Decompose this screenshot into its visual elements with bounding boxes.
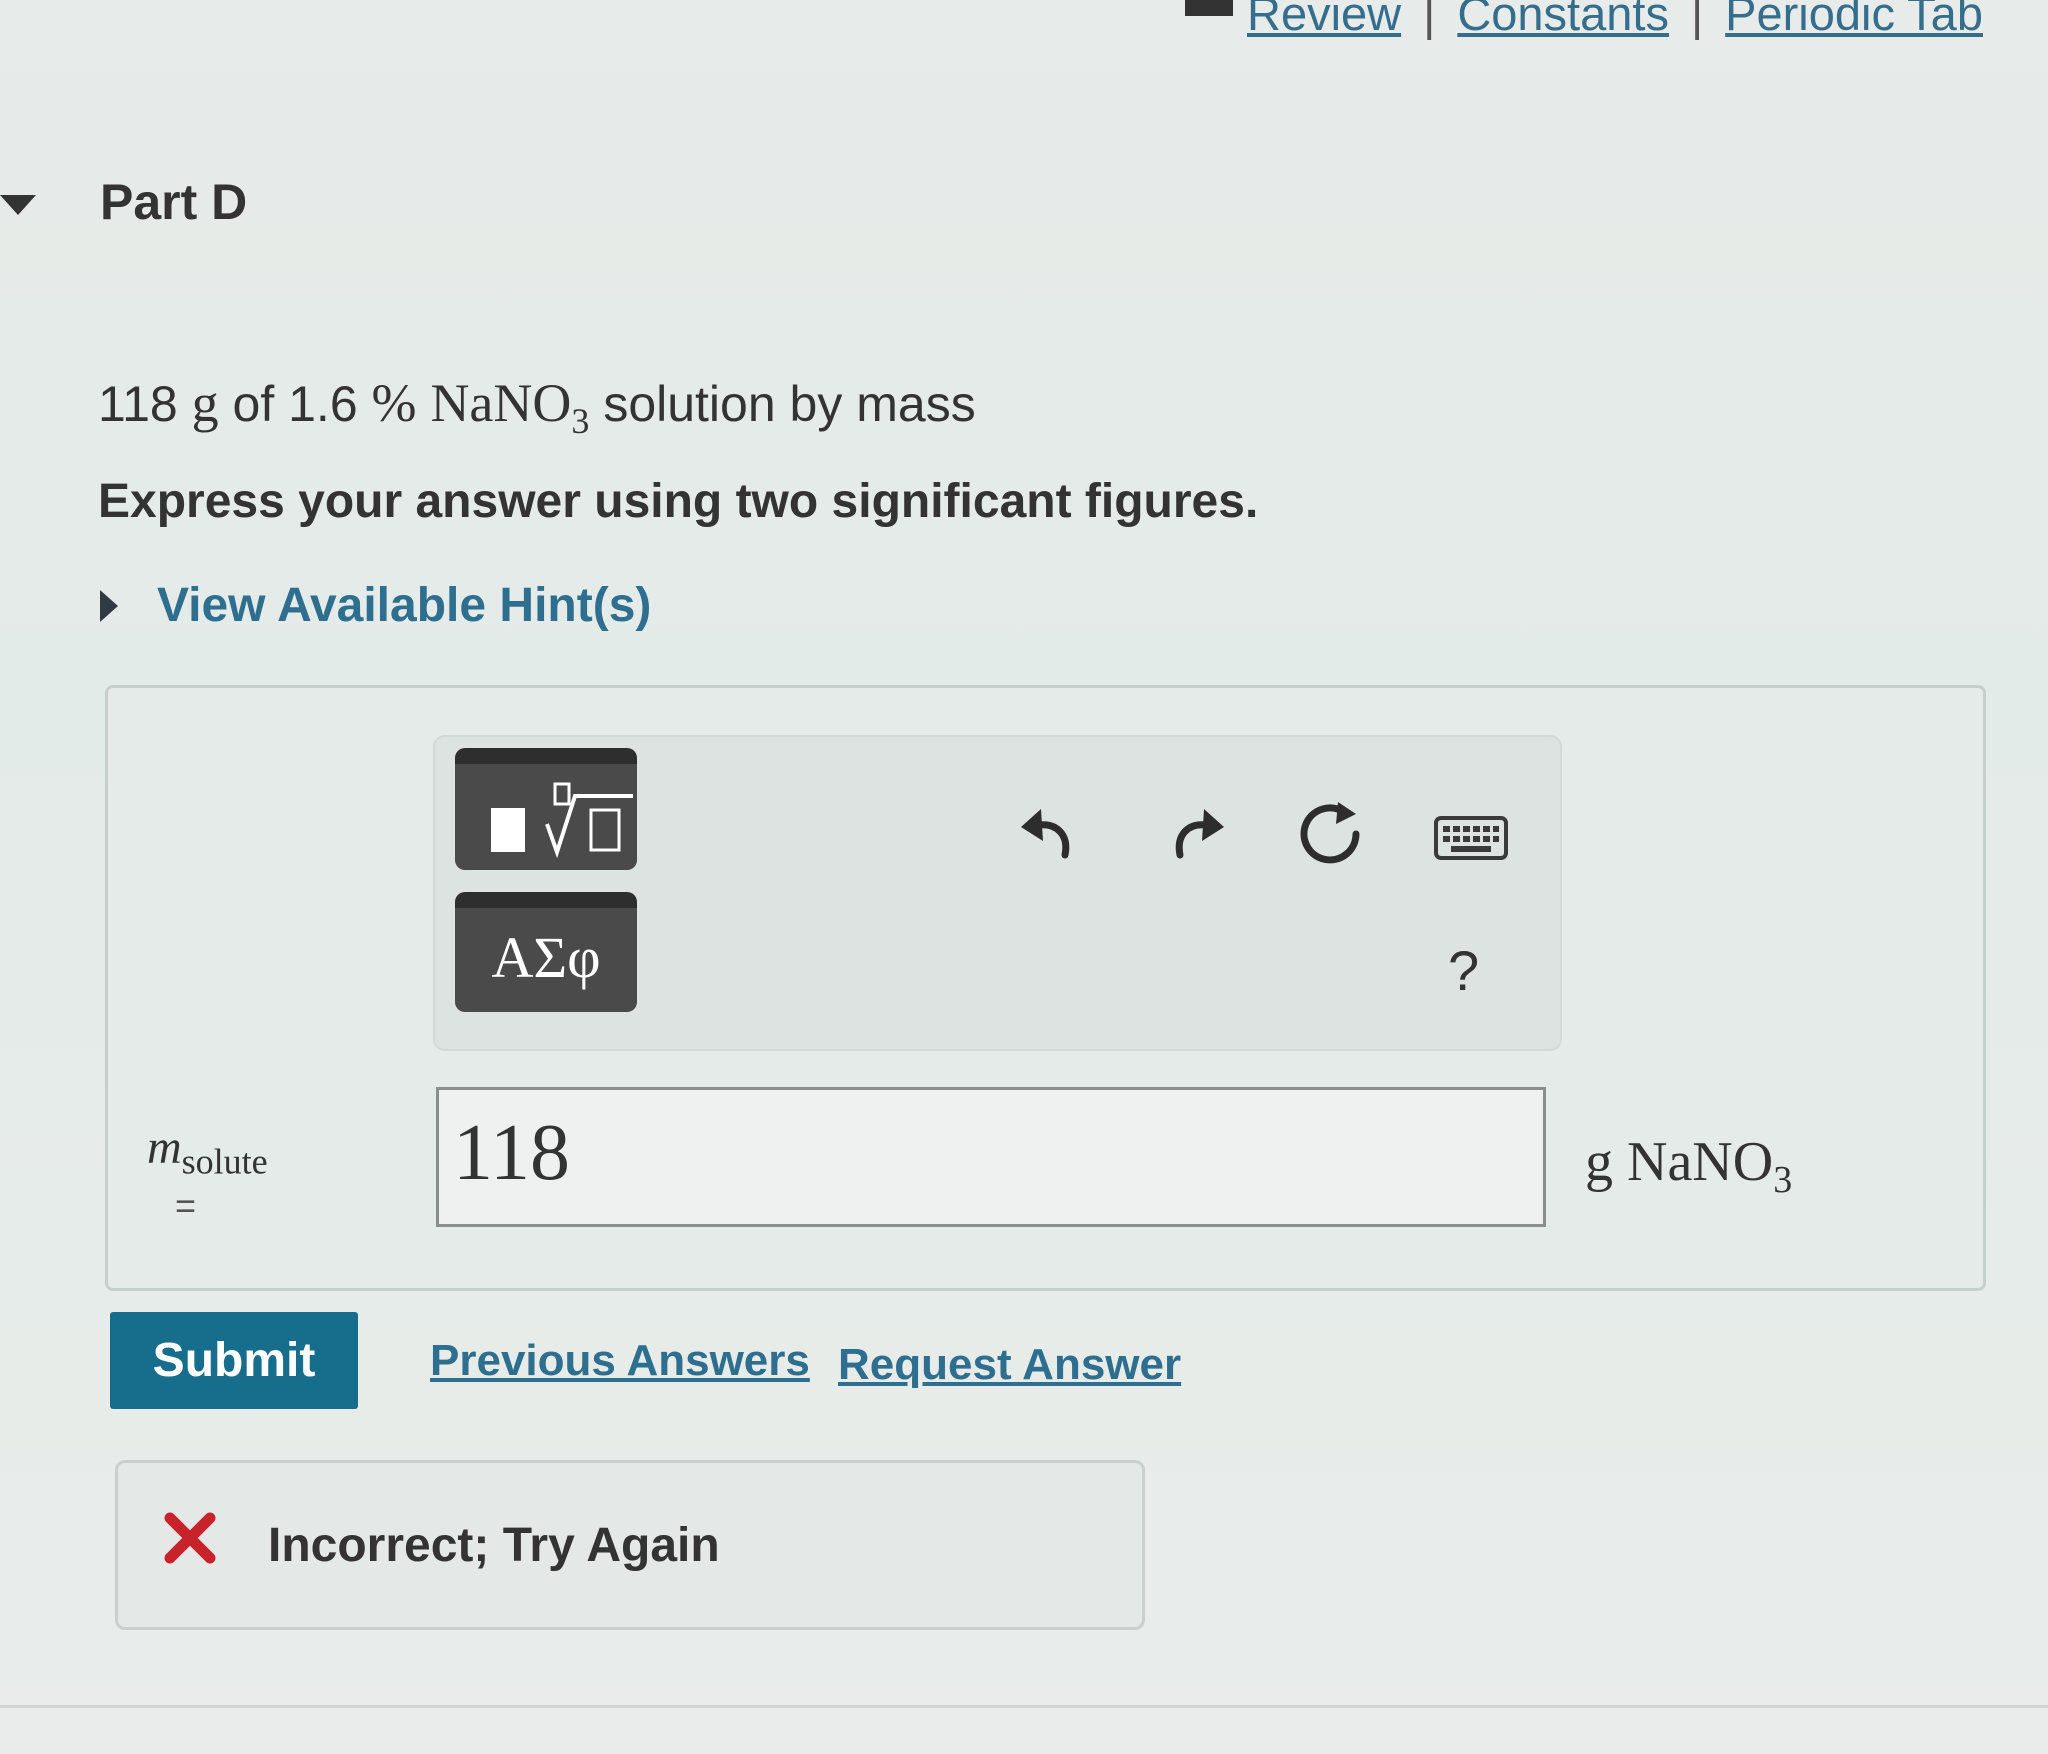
part-title: Part D xyxy=(100,174,248,230)
collapse-arrow-icon[interactable] xyxy=(0,195,36,215)
templates-button[interactable] xyxy=(455,748,637,870)
question-of: of 1.6 xyxy=(232,376,358,432)
submit-button[interactable]: Submit xyxy=(110,1312,358,1409)
previous-answers-link[interactable]: Previous Answers xyxy=(430,1336,810,1386)
periodic-table-link[interactable]: Periodic Tab xyxy=(1725,0,1983,40)
question-rest: solution by mass xyxy=(603,376,976,432)
top-links: Review | Constants | Periodic Tab xyxy=(1185,0,1983,41)
undo-icon[interactable] xyxy=(1015,797,1085,867)
question-percent: % xyxy=(371,373,417,433)
variable-label: msolute xyxy=(147,1121,268,1182)
equals-sign: = xyxy=(175,1185,197,1226)
answer-input[interactable]: 118 xyxy=(436,1087,1546,1227)
review-link[interactable]: Review xyxy=(1247,0,1401,40)
divider xyxy=(0,1705,2048,1708)
constants-link[interactable]: Constants xyxy=(1457,0,1669,40)
x-icon xyxy=(164,1512,216,1564)
redo-icon[interactable] xyxy=(1160,797,1230,867)
feedback-text: Incorrect; Try Again xyxy=(268,1519,720,1572)
separator: | xyxy=(1690,0,1704,40)
separator: | xyxy=(1423,0,1436,40)
unit-label: g NaNO3 xyxy=(1585,1131,1793,1202)
question-formula: NaNO3 xyxy=(430,373,590,441)
reset-icon[interactable] xyxy=(1296,798,1366,868)
request-answer-link[interactable]: Request Answer xyxy=(838,1340,1181,1390)
view-hints-link[interactable]: View Available Hint(s) xyxy=(157,578,651,633)
question-text: 118 g of 1.6 % NaNO3 solution by mass xyxy=(98,372,976,442)
greek-symbols-button[interactable]: ΑΣφ xyxy=(455,892,637,1012)
question-mass-unit: g xyxy=(191,373,219,433)
templates-icon xyxy=(491,782,633,859)
expand-arrow-icon[interactable] xyxy=(100,590,118,622)
keyboard-icon[interactable] xyxy=(1433,815,1509,863)
question-mass: 118 xyxy=(98,376,178,432)
help-icon[interactable]: ? xyxy=(1448,938,1479,1003)
instruction: Express your answer using two significan… xyxy=(98,475,1259,528)
book-icon xyxy=(1185,0,1233,16)
